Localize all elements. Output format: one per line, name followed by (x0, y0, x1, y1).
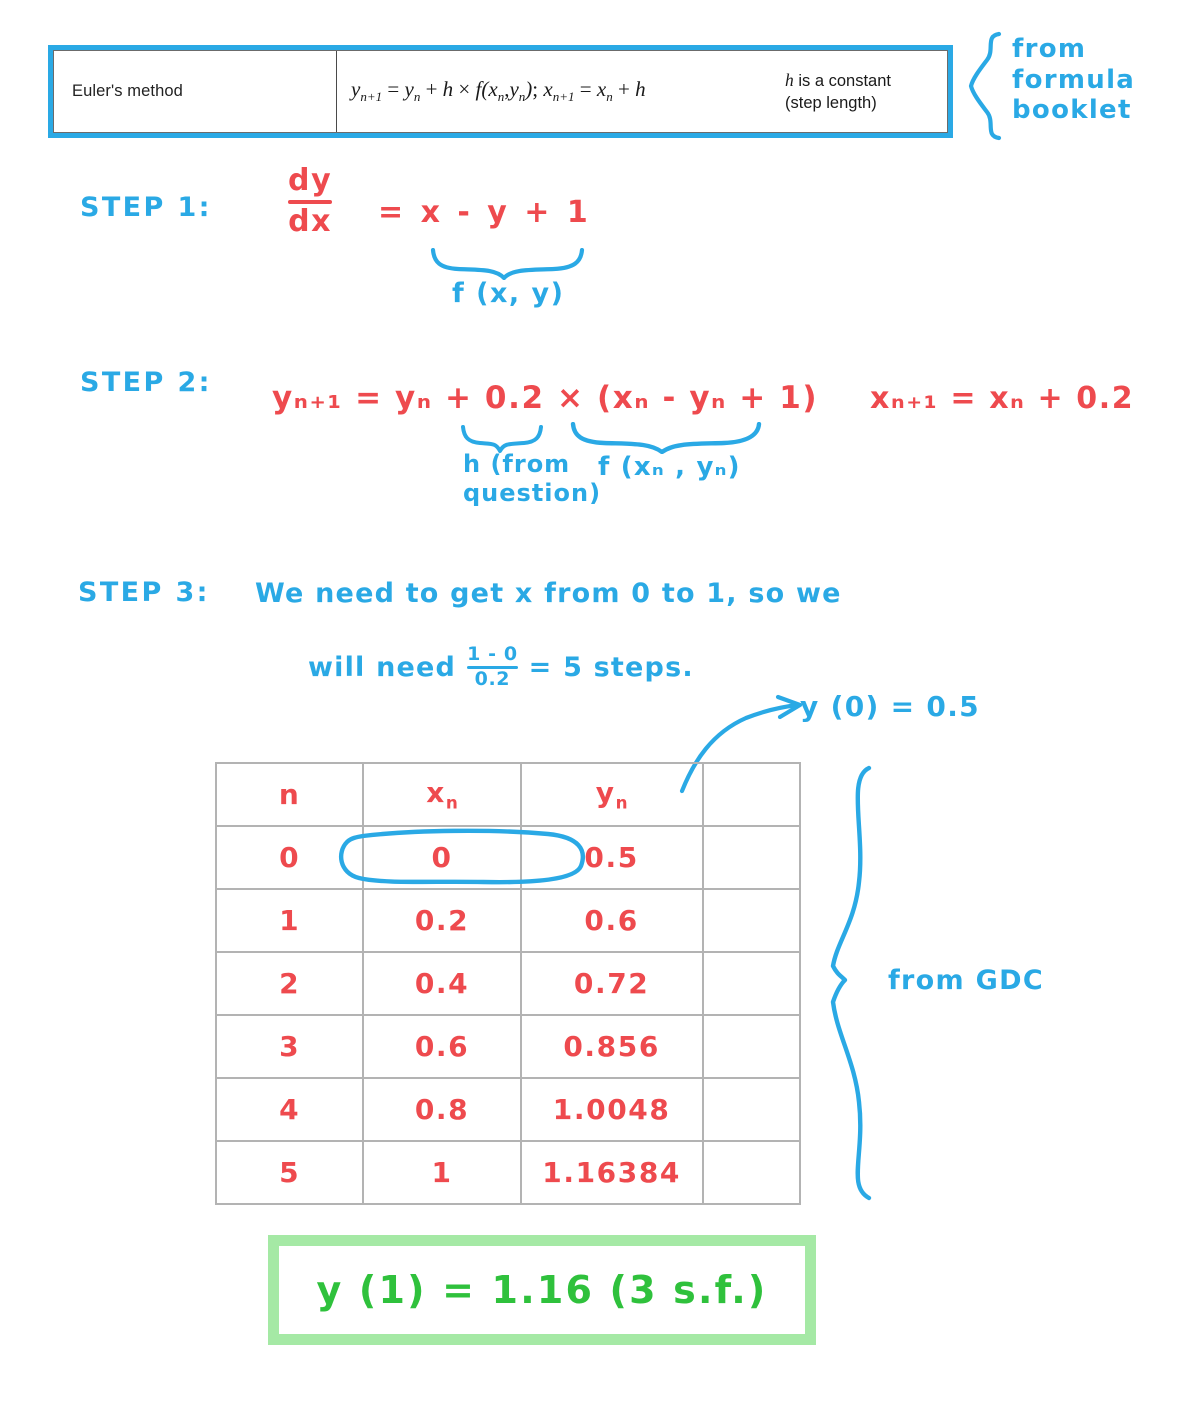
cell-x-2: 0.4 (362, 951, 522, 1016)
final-answer-box-inner: y (1) = 1.16 (3 s.f.) (279, 1246, 805, 1334)
from-formula-booklet-note: from formula booklet (1012, 34, 1135, 126)
booklet-note-line-2: booklet (1012, 95, 1132, 126)
table-row: 4 0.8 1.0048 (214, 1077, 802, 1142)
fraction-numerator: dy (288, 163, 333, 198)
h-constant-note-line1: h is a constant (785, 69, 891, 90)
cell-y-4: 1.0048 (519, 1077, 704, 1142)
cell-blank-2 (701, 951, 802, 1016)
cell-blank-1 (701, 888, 802, 953)
formula-method-name-cell: Euler's method (54, 51, 337, 132)
table-header-xn: xn (362, 762, 522, 827)
h-from-question-label: h (from question) (463, 450, 601, 509)
formula-booklet-box-inner: Euler's method yn+1 = yn + h × f(xn,yn);… (53, 50, 948, 133)
cell-x-3: 0.6 (362, 1014, 522, 1079)
step-1-label: STEP 1: (80, 192, 212, 223)
cell-blank-5 (701, 1140, 802, 1205)
steps-fraction-numerator: 1 - 0 (467, 643, 518, 665)
cell-blank-3 (701, 1014, 802, 1079)
step-2-recurrence-equation: yₙ₊₁ = yₙ + 0.2 × (xₙ - yₙ + 1) (272, 380, 819, 416)
h-from-question-line1: h (from (463, 450, 571, 478)
step-2-x-recurrence-equation: xₙ₊₁ = xₙ + 0.2 (870, 381, 1135, 416)
cell-x-5: 1 (362, 1140, 522, 1205)
table-header-yn: yn (519, 762, 704, 827)
table-row: 3 0.6 0.856 (214, 1014, 802, 1079)
cell-n-4: 4 (214, 1077, 365, 1142)
underbrace-f-icon (570, 422, 762, 454)
cell-y-2: 0.72 (519, 951, 704, 1016)
euler-formula-equation: yn+1 = yn + h × f(xn,yn); xn+1 = xn + h (351, 77, 646, 105)
from-gdc-label: from GDC (888, 965, 1044, 996)
cell-y-3: 0.856 (519, 1014, 704, 1079)
initial-condition-label: y (0) = 0.5 (800, 690, 980, 723)
cell-n-5: 5 (214, 1140, 365, 1205)
cell-x-4: 0.8 (362, 1077, 522, 1142)
cell-n-2: 2 (214, 951, 365, 1016)
step-1-right-hand-side: = x - y + 1 (378, 195, 592, 230)
table-row: 1 0.2 0.6 (214, 888, 802, 953)
cell-x-1: 0.2 (362, 888, 522, 953)
cell-y-5: 1.16384 (519, 1140, 704, 1205)
cell-blank-4 (701, 1077, 802, 1142)
final-answer-text: y (1) = 1.16 (3 s.f.) (316, 1268, 768, 1312)
cell-n-3: 3 (214, 1014, 365, 1079)
final-answer-box: y (1) = 1.16 (3 s.f.) (268, 1235, 816, 1345)
step-3-text-line2: will need 1 - 0 0.2 = 5 steps. (308, 643, 694, 690)
curly-brace-gdc-icon (830, 765, 872, 1201)
booklet-note-line-1: formula (1012, 64, 1136, 95)
steps-fraction-denominator: 0.2 (474, 667, 511, 690)
underbrace-icon (430, 248, 585, 280)
step-3-text-line1: We need to get x from 0 to 1, so we (255, 578, 842, 609)
table-header-row: n xn yn (214, 762, 802, 827)
cell-y-1: 0.6 (519, 888, 704, 953)
h-from-question-line2: question) (463, 479, 602, 508)
f-of-xn-yn-label: f (xₙ , yₙ) (598, 452, 741, 482)
underbrace-h-icon (461, 425, 543, 453)
table-row: 5 1 1.16384 (214, 1140, 802, 1205)
highlight-circle-icon (338, 828, 585, 885)
formula-body-cell: yn+1 = yn + h × f(xn,yn); xn+1 = xn + h … (337, 51, 947, 132)
cell-n-1: 1 (214, 888, 365, 953)
h-constant-note: h is a constant (step length) (785, 69, 891, 115)
formula-method-name: Euler's method (72, 82, 183, 100)
table-header-n: n (214, 762, 365, 827)
table-header-blank (701, 762, 802, 827)
step-2-label: STEP 2: (80, 367, 212, 398)
fraction-denominator: dx (288, 203, 333, 239)
steps-count-fraction: 1 - 0 0.2 (467, 643, 518, 690)
curly-brace-icon (968, 31, 1002, 141)
cell-blank-0 (701, 825, 802, 890)
step-3-label: STEP 3: (78, 577, 210, 608)
table-row: 2 0.4 0.72 (214, 951, 802, 1016)
derivative-fraction: dy dx (288, 163, 333, 239)
step-3-line2-prefix: will need (308, 651, 457, 683)
step-3-line2-suffix: = 5 steps. (528, 651, 694, 683)
h-constant-note-line2: (step length) (785, 94, 877, 113)
formula-booklet-box: Euler's method yn+1 = yn + h × f(xn,yn);… (48, 45, 953, 138)
f-of-x-y-label: f (x, y) (452, 278, 565, 309)
booklet-note-line-0: from (1012, 34, 1087, 64)
